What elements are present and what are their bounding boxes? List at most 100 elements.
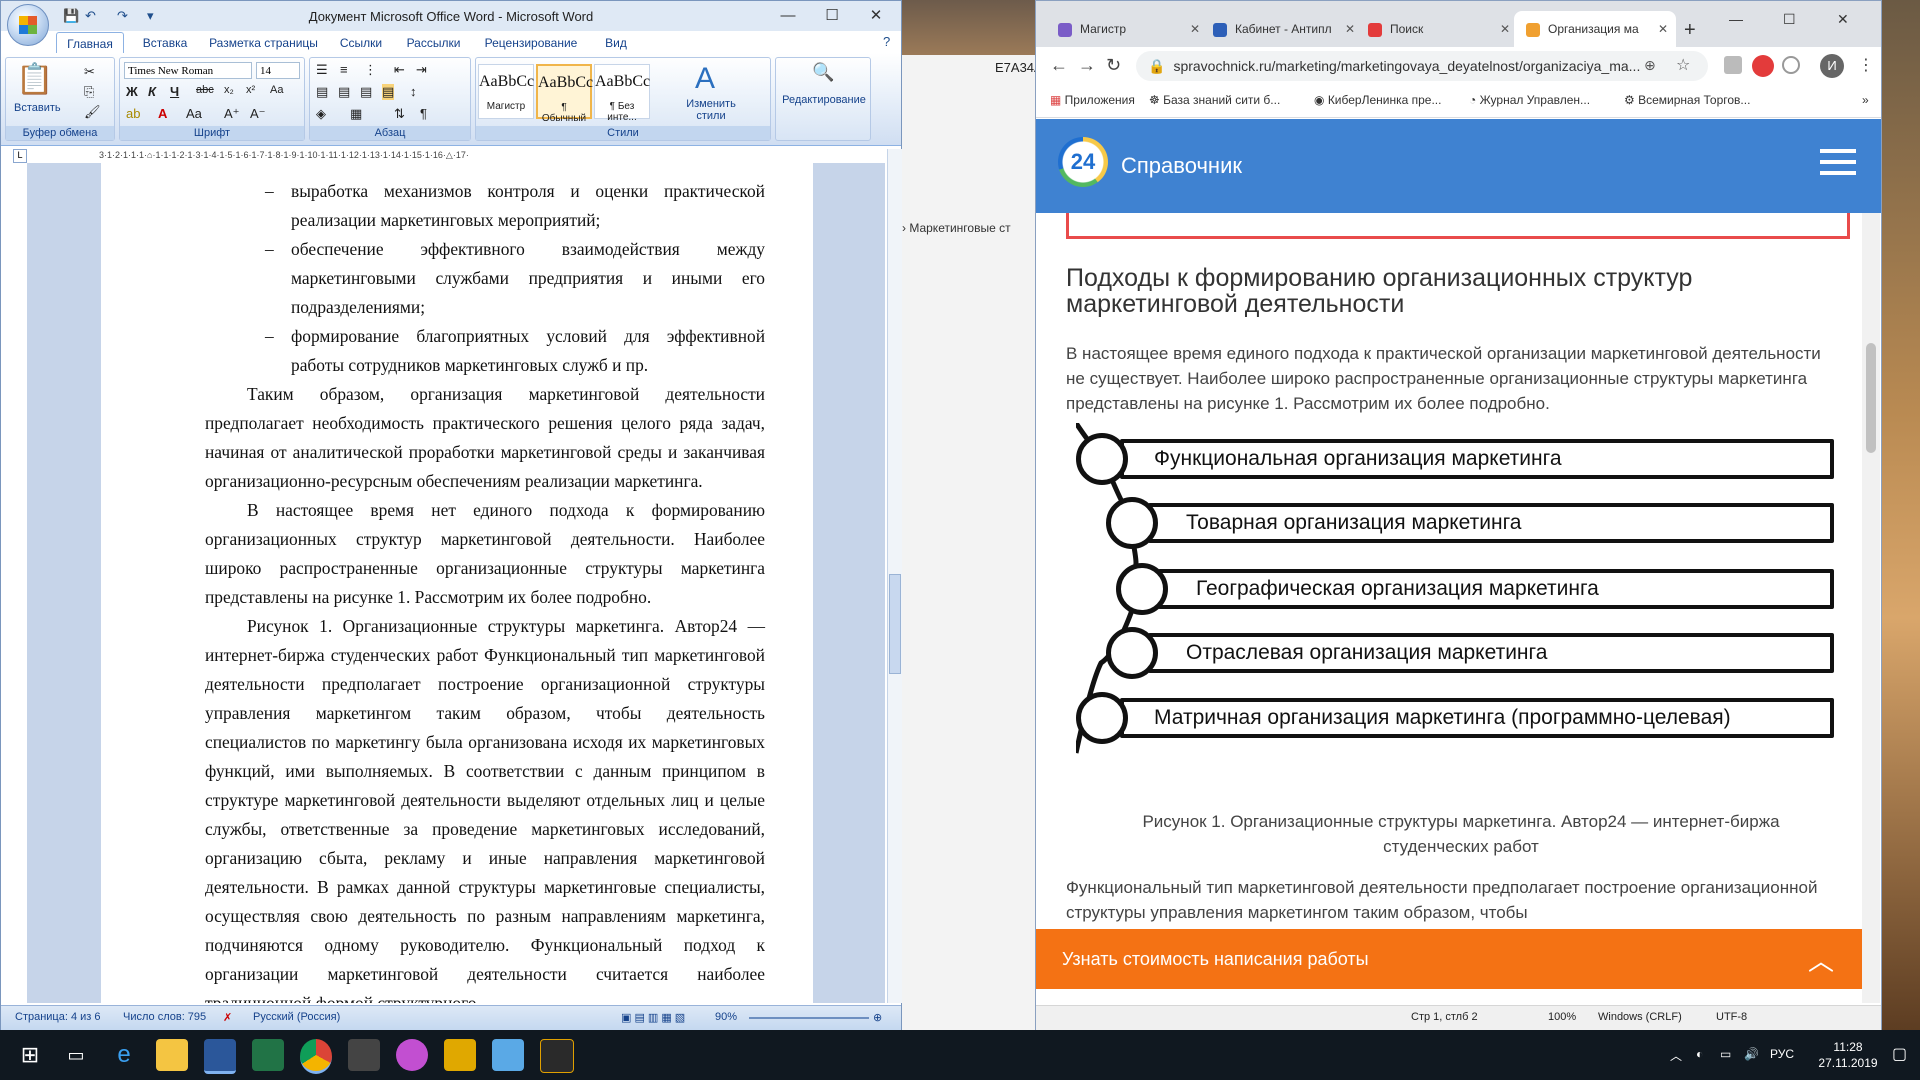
- new-tab-icon[interactable]: +: [1684, 19, 1696, 42]
- browser-tab-3[interactable]: Поиск ✕: [1356, 11, 1518, 47]
- extension-icon[interactable]: [1724, 56, 1742, 74]
- change-case-icon[interactable]: Aa: [270, 84, 283, 96]
- align-center-icon[interactable]: ▤: [338, 84, 350, 100]
- tab-mailings[interactable]: Рассылки: [396, 32, 471, 54]
- word-scroll-thumb[interactable]: [889, 574, 901, 674]
- cta-bar[interactable]: Узнать стоимость написания работы ︿: [1036, 929, 1862, 989]
- close-tab-icon[interactable]: ✕: [1345, 11, 1355, 47]
- office-button[interactable]: [7, 4, 49, 46]
- close-button[interactable]: ✕: [854, 5, 898, 27]
- language-status[interactable]: Русский (Россия): [253, 1011, 340, 1023]
- change-styles-icon[interactable]: A: [695, 62, 715, 96]
- document-page[interactable]: – выработка механизмов контроля и оценки …: [101, 163, 813, 1003]
- zoom-icon[interactable]: ⊕: [1644, 57, 1656, 74]
- style-no-spacing[interactable]: AaBbCc ¶ Без инте...: [594, 64, 650, 123]
- page-count[interactable]: Страница: 4 из 6: [15, 1011, 101, 1023]
- file-explorer-icon[interactable]: [156, 1039, 188, 1071]
- browser-tab-active[interactable]: Организация ма ✕: [1514, 11, 1676, 47]
- maximize-button[interactable]: ☐: [810, 5, 854, 27]
- editing-label[interactable]: Редактирование: [778, 94, 870, 106]
- style-master[interactable]: AaBbCc Магистр: [478, 64, 534, 119]
- close-tab-icon[interactable]: ✕: [1190, 11, 1200, 47]
- document-body[interactable]: – выработка механизмов контроля и оценки …: [205, 177, 765, 1003]
- tab-page-layout[interactable]: Разметка страницы: [201, 32, 326, 54]
- binoculars-icon[interactable]: 🔍: [812, 62, 834, 83]
- save-icon[interactable]: 💾: [63, 8, 79, 24]
- font-color-icon[interactable]: A: [158, 106, 167, 121]
- edge-icon[interactable]: e: [108, 1039, 140, 1071]
- shrink-font-icon[interactable]: A⁻: [250, 106, 266, 122]
- app-icon[interactable]: [444, 1039, 476, 1071]
- cta-text[interactable]: Узнать стоимость написания работы: [1062, 949, 1369, 970]
- tab-references[interactable]: Ссылки: [331, 32, 391, 54]
- language-indicator[interactable]: РУС: [1770, 1047, 1794, 1061]
- excel-icon[interactable]: [252, 1039, 284, 1071]
- case-icon[interactable]: Aa: [186, 106, 202, 121]
- font-name-select[interactable]: Times New Roman: [124, 62, 252, 79]
- view-buttons[interactable]: ▣ ▤ ▥ ▦ ▧: [621, 1011, 685, 1024]
- align-left-icon[interactable]: ▤: [316, 84, 328, 100]
- volume-icon[interactable]: 🔊: [1744, 1047, 1759, 1061]
- tab-home[interactable]: Главная: [56, 32, 124, 55]
- justify-icon[interactable]: ▤: [382, 84, 395, 100]
- show-formatting-icon[interactable]: ¶: [420, 106, 427, 121]
- reload-icon[interactable]: ↻: [1106, 55, 1121, 76]
- notes-icon[interactable]: [492, 1039, 524, 1071]
- zoom-in-icon[interactable]: ⊕: [873, 1011, 882, 1024]
- browser-tab-2[interactable]: Кабинет - Антипл ✕: [1201, 11, 1363, 47]
- extension-new-icon[interactable]: [1752, 55, 1774, 77]
- multilevel-list-icon[interactable]: ⋮: [364, 62, 377, 78]
- chevron-up-icon[interactable]: ︿: [1808, 941, 1834, 978]
- notification-icon[interactable]: ▢: [1892, 1044, 1907, 1064]
- bold-icon[interactable]: Ж: [126, 84, 138, 99]
- word-icon[interactable]: [204, 1039, 236, 1074]
- hamburger-menu-icon[interactable]: [1820, 149, 1856, 153]
- address-bar[interactable]: 🔒 spravochnick.ru/marketing/marketingovay…: [1136, 51, 1708, 81]
- clock[interactable]: 11:28 27.11.2019: [1808, 1039, 1888, 1071]
- copy-icon[interactable]: ⎘: [84, 84, 94, 100]
- subscript-icon[interactable]: x₂: [224, 84, 234, 96]
- highlight-icon[interactable]: ab: [126, 106, 140, 121]
- profile-avatar[interactable]: И: [1820, 54, 1844, 78]
- sort-icon[interactable]: ⇅: [394, 106, 405, 122]
- menu-icon[interactable]: ⋮: [1858, 55, 1874, 75]
- italic-icon[interactable]: К: [148, 84, 156, 99]
- superscript-icon[interactable]: x²: [246, 84, 255, 96]
- browser-tab-1[interactable]: Магистр ✕: [1046, 11, 1208, 47]
- cut-icon[interactable]: ✂: [84, 64, 95, 80]
- bookmark-apps[interactable]: ▦ Приложения: [1050, 93, 1135, 107]
- tab-review[interactable]: Рецензирование: [476, 32, 586, 54]
- word-count[interactable]: Число слов: 795: [123, 1011, 206, 1023]
- bookmark-item[interactable]: ⚙ Всемирная Торгов...: [1624, 93, 1750, 107]
- proofing-icon[interactable]: ✗: [223, 1011, 232, 1024]
- close-tab-icon[interactable]: ✕: [1658, 11, 1668, 47]
- line-spacing-icon[interactable]: ↕: [410, 84, 417, 99]
- decrease-indent-icon[interactable]: ⇤: [394, 62, 405, 78]
- strikethrough-icon[interactable]: abc: [196, 84, 214, 96]
- game-icon[interactable]: [540, 1039, 574, 1073]
- task-view-icon[interactable]: ▭: [60, 1039, 92, 1071]
- grow-font-icon[interactable]: A⁺: [224, 106, 240, 122]
- bookmark-item[interactable]: ◔ Журнал Управлен...: [1469, 93, 1590, 107]
- tray-chevron-icon[interactable]: ︿: [1670, 1047, 1682, 1064]
- tab-selector-icon[interactable]: L: [13, 149, 27, 163]
- format-painter-icon[interactable]: 🖌: [84, 104, 101, 120]
- zoom-level[interactable]: 90%: [715, 1011, 737, 1023]
- extension-icon-2[interactable]: [1782, 56, 1800, 74]
- browser-scroll-thumb[interactable]: [1866, 343, 1876, 453]
- paste-icon[interactable]: 📋: [16, 62, 53, 97]
- minimize-button[interactable]: —: [766, 5, 810, 27]
- bookmark-item[interactable]: ◉ КиберЛенинка пре...: [1314, 93, 1441, 107]
- word-vertical-scrollbar[interactable]: [887, 149, 902, 1003]
- shading-icon[interactable]: ◈: [316, 106, 326, 122]
- calculator-icon[interactable]: [348, 1039, 380, 1071]
- browser-minimize-button[interactable]: —: [1729, 11, 1743, 27]
- paste-label[interactable]: Вставить: [14, 102, 61, 114]
- bookmark-item[interactable]: ☸ База знаний сити б...: [1149, 93, 1280, 107]
- numbering-icon[interactable]: ≡: [340, 62, 348, 77]
- forward-icon[interactable]: →: [1078, 55, 1096, 76]
- site-logo[interactable]: 24: [1058, 137, 1108, 187]
- start-icon[interactable]: ⊞: [14, 1039, 46, 1071]
- browser-close-button[interactable]: ✕: [1837, 11, 1849, 28]
- chrome-icon[interactable]: [300, 1039, 332, 1074]
